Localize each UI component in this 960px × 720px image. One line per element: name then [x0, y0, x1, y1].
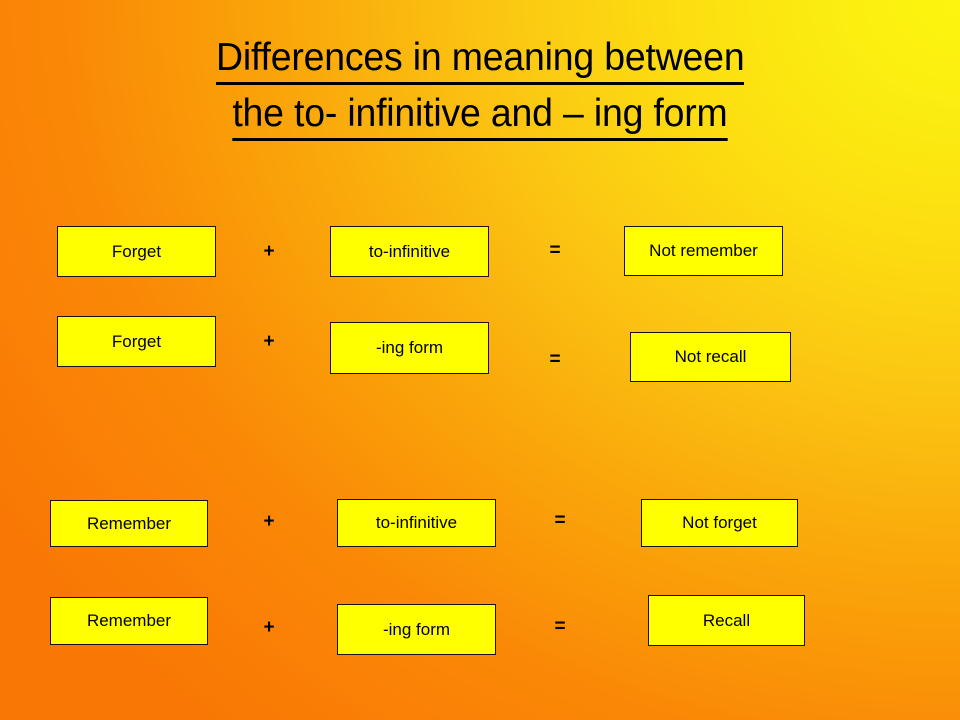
plus-operator-row-2: + [263, 331, 275, 352]
equals-operator-row-4: = [554, 616, 566, 637]
slide-title-line-1: Differences in meaning between [215, 34, 744, 85]
equals-operator-row-1: = [549, 240, 561, 261]
slide-canvas: Differences in meaning between the to- i… [0, 0, 960, 720]
form-box-ing-form-row-2: -ing form [330, 322, 489, 374]
verb-box-remember-to-infinitive: Remember [50, 500, 208, 547]
meaning-box-not-remember: Not remember [624, 226, 783, 276]
meaning-box-not-forget: Not forget [641, 499, 798, 547]
slide-title-line-2: the to- infinitive and – ing form [232, 90, 728, 141]
meaning-box-not-recall: Not recall [630, 332, 791, 382]
form-box-to-infinitive-row-1: to-infinitive [330, 226, 489, 277]
equals-operator-row-2: = [549, 349, 561, 370]
meaning-box-recall: Recall [648, 595, 805, 646]
verb-box-forget-to-infinitive: Forget [57, 226, 216, 277]
plus-operator-row-3: + [263, 511, 275, 532]
plus-operator-row-4: + [263, 617, 275, 638]
form-box-ing-form-row-4: -ing form [337, 604, 496, 655]
verb-box-remember-ing-form: Remember [50, 597, 208, 645]
slide-title: Differences in meaning between the to- i… [0, 34, 960, 141]
form-box-to-infinitive-row-3: to-infinitive [337, 499, 496, 547]
equals-operator-row-3: = [554, 510, 566, 531]
plus-operator-row-1: + [263, 241, 275, 262]
verb-box-forget-ing-form: Forget [57, 316, 216, 367]
